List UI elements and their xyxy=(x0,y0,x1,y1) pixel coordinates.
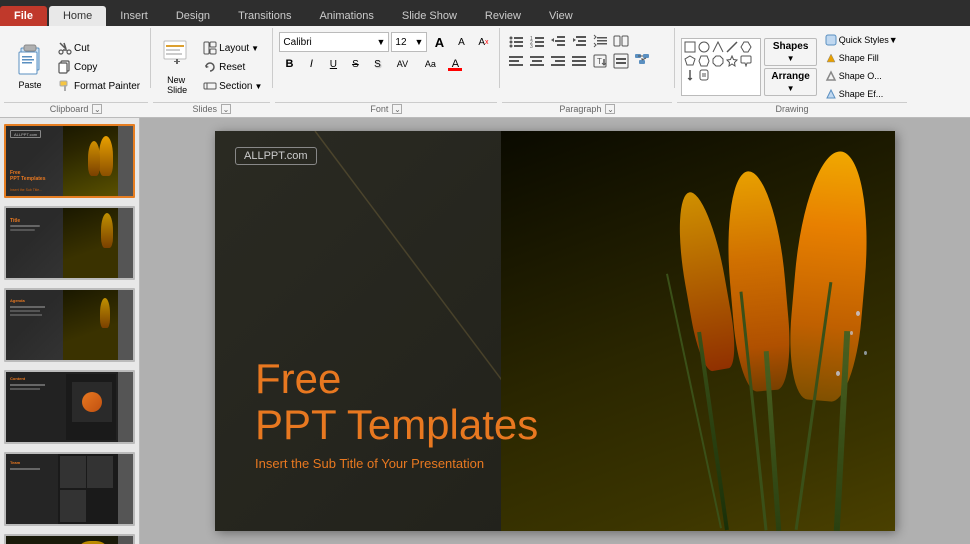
slide-content: Free PPT Templates Insert the Sub Title … xyxy=(255,356,538,471)
paragraph-expand[interactable]: ⌄ xyxy=(605,104,615,114)
tab-home[interactable]: Home xyxy=(49,6,106,26)
copy-button[interactable]: Copy xyxy=(54,58,144,76)
bullet-list-button[interactable] xyxy=(506,32,526,50)
column-button[interactable] xyxy=(611,32,631,50)
format-painter-button[interactable]: Format Painter xyxy=(54,77,144,95)
tab-transitions[interactable]: Transitions xyxy=(224,6,305,26)
text-shadow-button[interactable]: S xyxy=(367,54,387,74)
align-text-button[interactable] xyxy=(611,52,631,70)
font-color-button[interactable]: A xyxy=(445,54,465,74)
slides-label: Slides xyxy=(193,104,218,114)
layout-button[interactable]: Layout ▼ xyxy=(199,39,266,57)
slide-thumbnail-1[interactable]: FreePPT Templates Insert the Sub Title..… xyxy=(4,124,135,198)
change-case-button[interactable]: Aa xyxy=(417,54,443,74)
text-direction-button[interactable]: T xyxy=(590,52,610,70)
shape-fill-button[interactable]: Shape Fill xyxy=(820,50,903,66)
slide-thumbnail-3[interactable]: Agenda xyxy=(4,288,135,362)
paste-button[interactable]: Paste xyxy=(8,41,52,93)
align-right-button[interactable] xyxy=(548,52,568,70)
tab-insert[interactable]: Insert xyxy=(106,6,162,26)
align-center-button[interactable] xyxy=(527,52,547,70)
underline-button[interactable]: U xyxy=(323,54,343,74)
line-spacing-button[interactable] xyxy=(590,32,610,50)
main-area: 1 FreePPT Templates Insert the Sub Title… xyxy=(0,118,970,544)
ribbon-group-drawing: Shapes ▼ Arrange ▼ Quick Styles▼ xyxy=(677,28,906,116)
ribbon-group-clipboard: Paste Cut Copy Format Painter xyxy=(4,28,148,116)
italic-button[interactable]: I xyxy=(301,54,321,74)
allppt-badge: ALLPPT.com xyxy=(235,147,317,165)
drawing-side: Quick Styles▼ Shape Fill Shape O... Shap… xyxy=(820,32,903,102)
tab-design[interactable]: Design xyxy=(162,6,224,26)
slide-thumbnail-2[interactable]: Title xyxy=(4,206,135,280)
slide-thumbnail-6[interactable]: Thank You xyxy=(4,534,135,544)
ribbon-group-slides: New Slide Layout ▼ Reset Section ▼ xyxy=(153,28,270,116)
slide-options: Layout ▼ Reset Section ▼ xyxy=(199,39,266,95)
shapes-label: Shapes xyxy=(773,41,809,52)
ribbon-group-font: Calibri ▼ 12 ▼ A A Ax B I U S S xyxy=(275,28,497,116)
slide-thumbnail-5[interactable]: Team xyxy=(4,452,135,526)
ribbon: Paste Cut Copy Format Painter xyxy=(0,26,970,118)
shape-effects-button[interactable]: Shape Ef... xyxy=(820,86,903,102)
shapes-button[interactable]: Shapes ▼ xyxy=(764,38,816,66)
clipboard-label: Clipboard xyxy=(50,104,89,114)
slide-title: Free PPT Templates xyxy=(255,356,538,448)
font-size-dropdown[interactable]: 12 ▼ xyxy=(391,32,427,52)
arrange-button[interactable]: Arrange ▼ xyxy=(764,68,816,96)
font-label: Font xyxy=(370,104,388,114)
tab-file[interactable]: File xyxy=(0,6,47,26)
cut-button[interactable]: Cut xyxy=(54,39,144,57)
tab-view[interactable]: View xyxy=(535,6,587,26)
slide-thumbnail-4[interactable]: Content xyxy=(4,370,135,444)
main-slide: ALLPPT.com Free PPT Templates Insert the… xyxy=(215,131,895,531)
slide-subtitle: Insert the Sub Title of Your Presentatio… xyxy=(255,456,538,471)
align-left-button[interactable] xyxy=(506,52,526,70)
paste-label: Paste xyxy=(18,80,41,90)
slide-panel: 1 FreePPT Templates Insert the Sub Title… xyxy=(0,118,140,544)
strikethrough-button[interactable]: S xyxy=(345,54,365,74)
char-spacing-button[interactable]: AV xyxy=(389,54,415,74)
clipboard-expand[interactable]: ⌄ xyxy=(92,104,102,114)
justify-button[interactable] xyxy=(569,52,589,70)
drawing-label: Drawing xyxy=(776,104,809,114)
decrease-indent-button[interactable] xyxy=(548,32,568,50)
svg-text:3: 3 xyxy=(530,44,533,49)
tab-bar: File Home Insert Design Transitions Anim… xyxy=(0,0,970,26)
new-slide-button[interactable]: New Slide xyxy=(157,36,197,98)
tab-review[interactable]: Review xyxy=(471,6,535,26)
content-area: ALLPPT.com Free PPT Templates Insert the… xyxy=(140,118,970,544)
clipboard-side: Cut Copy Format Painter xyxy=(54,39,144,95)
font-shrink-button[interactable]: A xyxy=(451,32,471,52)
arrange-label: Arrange xyxy=(771,71,809,82)
paragraph-label: Paragraph xyxy=(559,104,601,114)
section-button[interactable]: Section ▼ xyxy=(199,77,266,95)
ribbon-group-paragraph: 123 xyxy=(502,28,672,116)
slides-expand[interactable]: ⌄ xyxy=(221,104,231,114)
bold-button[interactable]: B xyxy=(279,54,299,74)
reset-button[interactable]: Reset xyxy=(199,58,266,76)
clear-formatting-button[interactable]: Ax xyxy=(473,32,493,52)
svg-text:T: T xyxy=(597,57,602,66)
font-grow-button[interactable]: A xyxy=(429,32,449,52)
font-expand[interactable]: ⌄ xyxy=(392,104,402,114)
tab-animations[interactable]: Animations xyxy=(305,6,387,26)
increase-indent-button[interactable] xyxy=(569,32,589,50)
numbered-list-button[interactable]: 123 xyxy=(527,32,547,50)
quick-styles-button[interactable]: Quick Styles▼ xyxy=(820,32,903,48)
shape-outline-button[interactable]: Shape O... xyxy=(820,68,903,84)
tab-slideshow[interactable]: Slide Show xyxy=(388,6,471,26)
convert-smartart-button[interactable] xyxy=(632,52,652,70)
font-name-dropdown[interactable]: Calibri ▼ xyxy=(279,32,389,52)
new-slide-label: New Slide xyxy=(167,75,187,95)
